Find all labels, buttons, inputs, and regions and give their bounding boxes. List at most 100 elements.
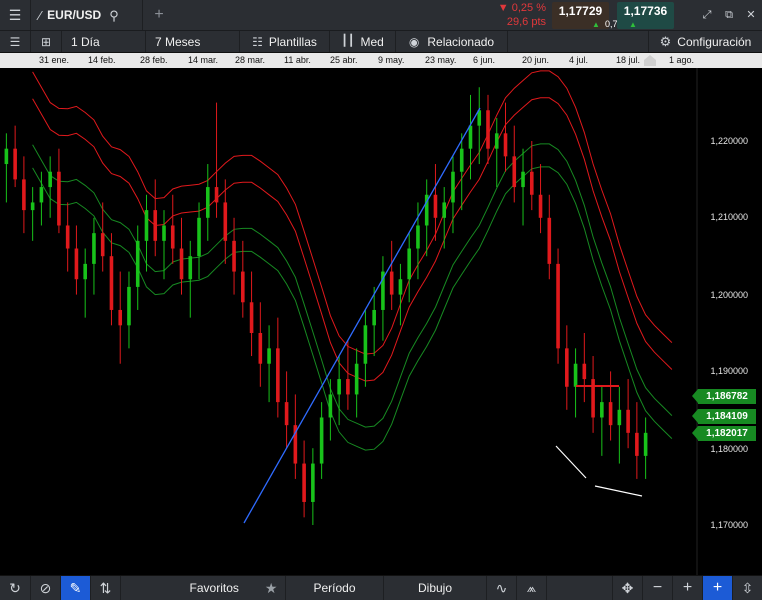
chart-canvas[interactable] [0, 68, 762, 575]
zoom-out-button[interactable]: − [643, 576, 673, 600]
interval-label: 1 Día [71, 34, 100, 49]
candle-body [503, 133, 508, 157]
scroll-marker-icon[interactable] [644, 55, 656, 66]
indicator-button[interactable]: ∿ [487, 576, 517, 600]
candle-body [389, 271, 394, 295]
move-icon: ✥ [621, 580, 634, 596]
candle-body [573, 363, 578, 387]
search-icon[interactable]: ⚲ [109, 9, 119, 22]
daily-change: ▼ 0,25 % 29,6 pts [487, 1, 549, 30]
candle-body [83, 263, 87, 280]
sell-price-button[interactable]: 1,17729 ▲ [552, 2, 609, 29]
period-label: Período [313, 581, 356, 595]
price-tick: 1,210000 [710, 212, 748, 222]
candle-body [494, 133, 499, 149]
prohibited-icon: ⊘ [39, 580, 52, 596]
range-selector[interactable]: 7 Meses [146, 31, 240, 52]
candle-body [328, 394, 333, 418]
instrument-name: EUR/USD [47, 8, 102, 22]
fit-button[interactable]: ⇳ [733, 576, 762, 600]
candle-body [241, 271, 245, 303]
favorites-button[interactable]: Favoritos ★ [182, 576, 286, 600]
candle-body [565, 348, 569, 387]
refresh-button[interactable]: ↻ [0, 576, 31, 600]
candle-body [538, 194, 543, 218]
instrument-selector[interactable]: ⁄ EUR/USD ⚲ [31, 0, 143, 30]
period-button[interactable]: Período [286, 576, 384, 600]
gear-icon: ⚙ [659, 34, 672, 49]
popout-button[interactable]: ⧉ [718, 0, 740, 30]
related-button[interactable]: ◉ Relacionado [396, 31, 508, 52]
candle-body [284, 402, 289, 426]
close-button[interactable]: ✕ [740, 0, 762, 30]
templates-label: Plantillas [268, 34, 317, 49]
candle-body [197, 217, 201, 257]
candle-body [74, 248, 79, 280]
chart-type-label: Med [360, 34, 384, 49]
candle-body [556, 263, 560, 349]
candle-body [617, 409, 622, 426]
expand-button[interactable]: ⤢ [696, 0, 718, 30]
templates-button[interactable]: ☷ Plantillas [240, 31, 330, 52]
studies-button[interactable]: ⩕ [517, 576, 547, 600]
candle-body [442, 202, 447, 218]
candle-body [100, 233, 105, 257]
menu-button[interactable]: ☰ [0, 0, 31, 30]
sort-button[interactable]: ⇅ [91, 576, 121, 600]
date-tick: 20 jun. [522, 55, 550, 65]
add-tab-button[interactable]: + [143, 0, 175, 30]
uptrend-line [243, 107, 481, 524]
candle-body [591, 379, 595, 418]
interval-selector[interactable]: 1 Día [62, 31, 146, 52]
candle-body [635, 432, 639, 456]
buy-price-button[interactable]: 1,17736 ▲ [617, 2, 674, 29]
settings-button[interactable]: ⚙ Configuración [648, 31, 762, 52]
candle-body [30, 202, 35, 211]
crosshair-move-button[interactable]: ✥ [612, 576, 643, 600]
list-view-button[interactable]: ☰ [0, 31, 31, 52]
candle-body [162, 225, 166, 241]
candlestick-icon: ┃┃ [341, 35, 355, 47]
date-tick: 18 jul. [616, 55, 641, 65]
price-chart[interactable]: 1,220000 1,210000 1,200000 1,190000 1,18… [0, 68, 762, 575]
layout-button[interactable]: ⊞ [31, 31, 62, 52]
band-lower-price-tag: 1,182017 [692, 426, 756, 441]
date-axis: 31 ene. 14 feb. 28 feb. 14 mar. 28 mar. … [0, 53, 762, 68]
candle-body [354, 363, 359, 395]
candle-body [451, 171, 455, 203]
price-tick: 1,220000 [710, 136, 748, 146]
candle-body [39, 187, 44, 203]
band-upper-price-tag: 1,186782 [692, 389, 756, 404]
refresh-icon: ↻ [9, 580, 21, 596]
pencil-tool-button[interactable]: ✎ [61, 576, 91, 600]
candle-body [258, 333, 263, 364]
chart-type-button[interactable]: ┃┃ Med [330, 31, 396, 52]
up-down-arrows-icon: ⇅ [99, 580, 112, 596]
price-tick: 1,170000 [710, 520, 748, 530]
range-label: 7 Meses [155, 34, 201, 49]
eye-icon: ◉ [408, 34, 420, 49]
candle-body [600, 402, 604, 418]
crosshair-button[interactable]: + [703, 576, 733, 600]
popout-icon: ⧉ [725, 8, 733, 21]
candle-body [416, 225, 420, 249]
candle-body [118, 309, 123, 326]
candle-body [188, 256, 193, 280]
date-tick: 9 may. [378, 55, 405, 65]
plus-icon: + [154, 6, 164, 23]
support-line-2 [594, 485, 643, 497]
candle-body [179, 248, 184, 280]
date-tick: 1 ago. [669, 55, 695, 65]
bid-price: 1,17729 [558, 4, 603, 18]
candle-body [311, 463, 315, 502]
zoom-in-button[interactable]: + [673, 576, 703, 600]
settings-label: Configuración [677, 34, 752, 49]
candle-body [13, 148, 17, 180]
drawing-button[interactable]: Dibujo [384, 576, 487, 600]
date-tick: 31 ene. [39, 55, 70, 65]
disable-button[interactable]: ⊘ [31, 576, 61, 600]
candle-body [346, 379, 350, 395]
candle-body [521, 171, 525, 188]
change-percent: ▼ 0,25 % [497, 2, 546, 14]
chart-bottom-toolbar: ↻ ⊘ ✎ ⇅ Favoritos ★ Período Dibujo ∿ ⩕ ✥… [0, 575, 762, 600]
